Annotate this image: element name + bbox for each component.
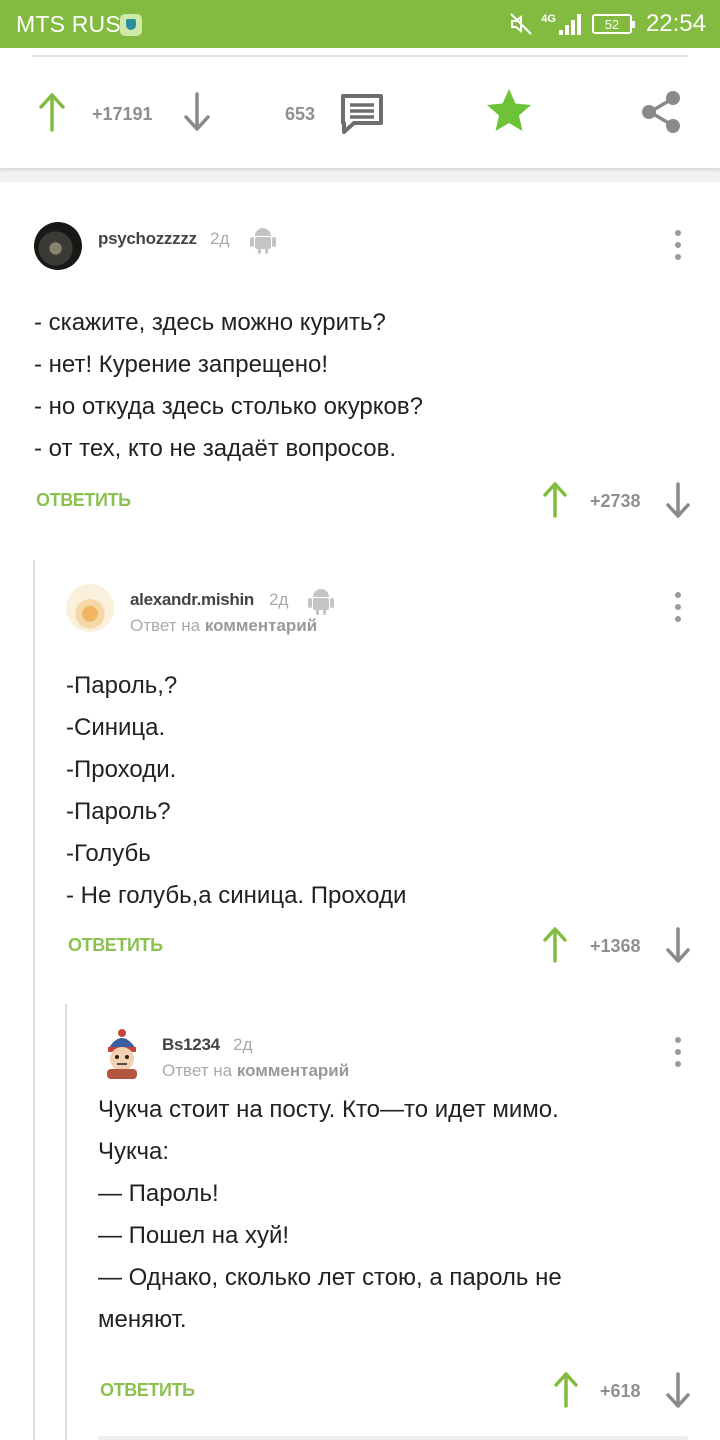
avatar[interactable] [66,584,114,632]
comment-rating: +2738 [590,491,641,511]
battery-level: 52 [604,16,620,32]
reply-to-link[interactable]: комментарий [237,1061,349,1080]
comment-author[interactable]: alexandr.mishin [130,590,254,610]
post-action-bar: +17191 653 [0,48,720,168]
android-icon [250,228,276,254]
comment-3: Bs1234 2д Ответ на комментарий Чукча сто… [0,1007,720,1440]
comment-body: Чукча стоит на посту. Кто—то идет мимо. … [98,1096,562,1333]
next-comment-edge [98,1436,688,1440]
avatar[interactable] [34,222,82,270]
clock: 22:54 [645,10,706,37]
comment-2: alexandr.mishin 2д Ответ на комментарий … [0,562,720,982]
comment-body: -Пароль,? -Синица. -Проходи. -Пароль? -Г… [66,672,407,909]
reply-button[interactable]: ОТВЕТИТЬ [68,935,163,956]
upvote-arrow-icon[interactable] [38,92,66,132]
more-options-icon[interactable] [675,230,681,266]
comment-body: - скажите, здесь можно курить? - нет! Ку… [34,309,423,462]
comments-list: psychozzzzz 2д - скажите, здесь можно ку… [0,182,720,1440]
reply-to-label: Ответ на комментарий [130,616,318,635]
status-bar: MTS RUS 4G 52 22:54 [0,0,720,48]
more-options-icon[interactable] [675,592,681,628]
share-icon[interactable] [640,90,682,134]
comment-rating: +1368 [590,936,641,956]
status-icons: 4G 52 22:54 [509,9,706,39]
upvote-arrow-icon[interactable] [542,927,568,963]
downvote-arrow-icon[interactable] [665,927,691,963]
comment-rating: +618 [600,1381,641,1401]
comment-age: 2д [269,590,289,609]
android-icon [308,589,334,615]
upvote-arrow-icon[interactable] [553,1372,579,1408]
signal-icon [558,14,581,35]
downvote-arrow-icon[interactable] [665,482,691,518]
comment-age: 2д [210,229,230,248]
divider [32,55,688,57]
favorite-star-icon[interactable] [486,88,532,132]
battery-icon: 52 [591,14,635,34]
more-options-icon[interactable] [675,1037,681,1073]
vpn-shield-icon [120,14,142,36]
network-type: 4G [541,13,556,25]
downvote-arrow-icon[interactable] [183,92,211,132]
downvote-arrow-icon[interactable] [665,1372,691,1408]
avatar[interactable] [98,1029,146,1079]
upvote-arrow-icon[interactable] [542,482,568,518]
comment-author[interactable]: Bs1234 [162,1035,220,1055]
comment-author[interactable]: psychozzzzz [98,229,197,249]
post-rating: +17191 [92,104,153,124]
comment-1: psychozzzzz 2д - скажите, здесь можно ку… [0,182,720,542]
mute-icon [510,13,532,35]
reply-to-link[interactable]: комментарий [205,616,317,635]
comment-bubble-icon[interactable] [340,93,384,135]
reply-to-label: Ответ на комментарий [162,1061,350,1080]
comments-count: 653 [285,104,316,124]
reply-button[interactable]: ОТВЕТИТЬ [36,490,131,511]
comment-age: 2д [233,1035,253,1054]
reply-button[interactable]: ОТВЕТИТЬ [100,1380,195,1401]
carrier-name: MTS RUS [16,11,121,37]
